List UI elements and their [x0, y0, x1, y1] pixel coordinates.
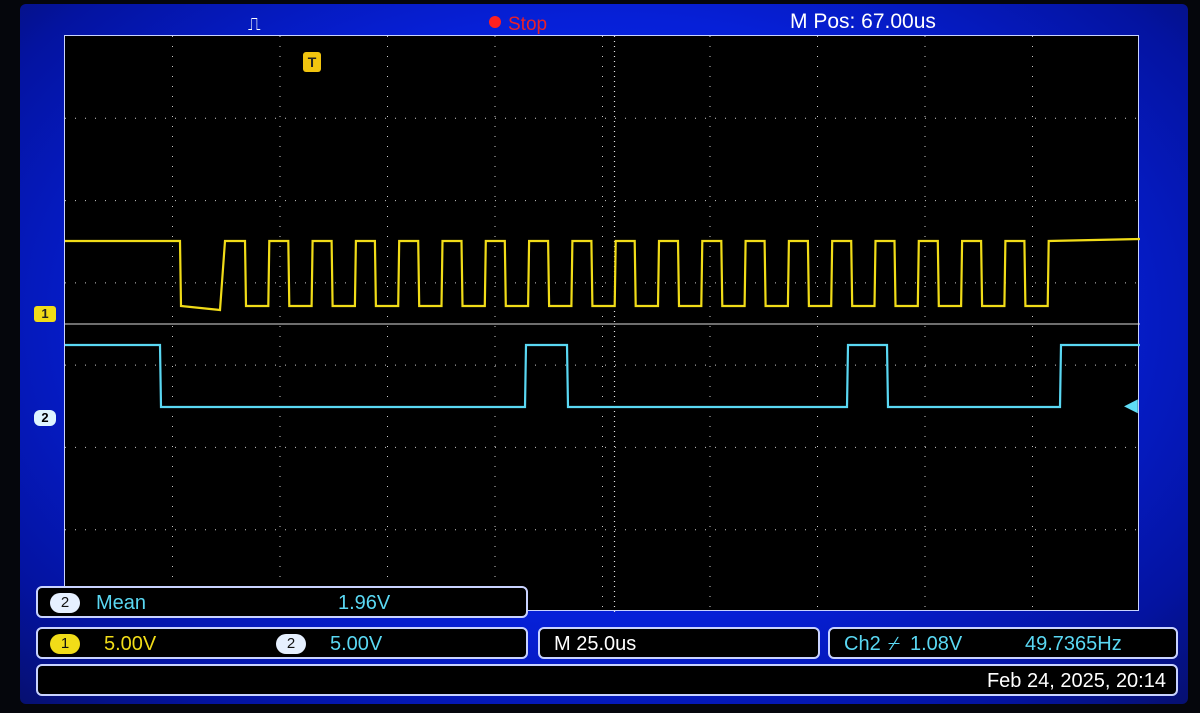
status-bar: ⎍ Stop M Pos: 67.00us — [20, 4, 1188, 36]
measurement-channel-badge: 2 — [50, 593, 80, 613]
ch1-ground-marker: 1 — [34, 306, 56, 322]
trigger-panel[interactable]: Ch2 ⌿ 1.08V 49.7365Hz — [828, 627, 1178, 659]
measurement-value: 1.96V — [338, 592, 391, 614]
ch1-waveform — [65, 237, 1140, 312]
waveform-svg — [65, 36, 1140, 612]
ch2-badge: 2 — [276, 634, 306, 654]
trigger-level: 1.08V — [910, 633, 963, 655]
pulse-icon: ⎍ — [248, 14, 261, 35]
run-state-label[interactable]: Stop — [508, 14, 547, 36]
measurement-type: Mean — [96, 592, 147, 614]
ch1-scale: 5.00V — [104, 633, 157, 655]
measurement-panel[interactable]: 2 Mean 1.96V — [36, 586, 528, 618]
ch2-scale: 5.00V — [330, 633, 383, 655]
run-state-indicator — [489, 16, 501, 28]
datetime-panel: Feb 24, 2025, 20:14 — [36, 664, 1178, 696]
timebase-value: M 25.0us — [554, 633, 637, 655]
channel-scale-panel[interactable]: 1 5.00V 2 5.00V — [36, 627, 528, 659]
waveform-display — [64, 35, 1140, 612]
trigger-frequency: 49.7365Hz — [1025, 633, 1122, 655]
timebase-panel[interactable]: M 25.0us — [538, 627, 820, 659]
trigger-marker: T — [303, 52, 321, 72]
oscilloscope-screen: ⎍ Stop M Pos: 67.00us ▼ T 1 2 ◀ 2 Mean 1… — [20, 4, 1188, 704]
ch2-ground-marker: 2 — [34, 410, 56, 426]
horizontal-position: M Pos: 67.00us — [790, 10, 936, 33]
datetime: Feb 24, 2025, 20:14 — [986, 670, 1166, 692]
rising-edge-icon: ⌿ — [888, 633, 900, 655]
ch1-badge: 1 — [50, 634, 80, 654]
trigger-source: Ch2 — [844, 633, 881, 655]
trigger-level-icon: ◀ — [1124, 395, 1138, 415]
oscilloscope-bezel: ⎍ Stop M Pos: 67.00us ▼ T 1 2 ◀ 2 Mean 1… — [0, 0, 1200, 713]
